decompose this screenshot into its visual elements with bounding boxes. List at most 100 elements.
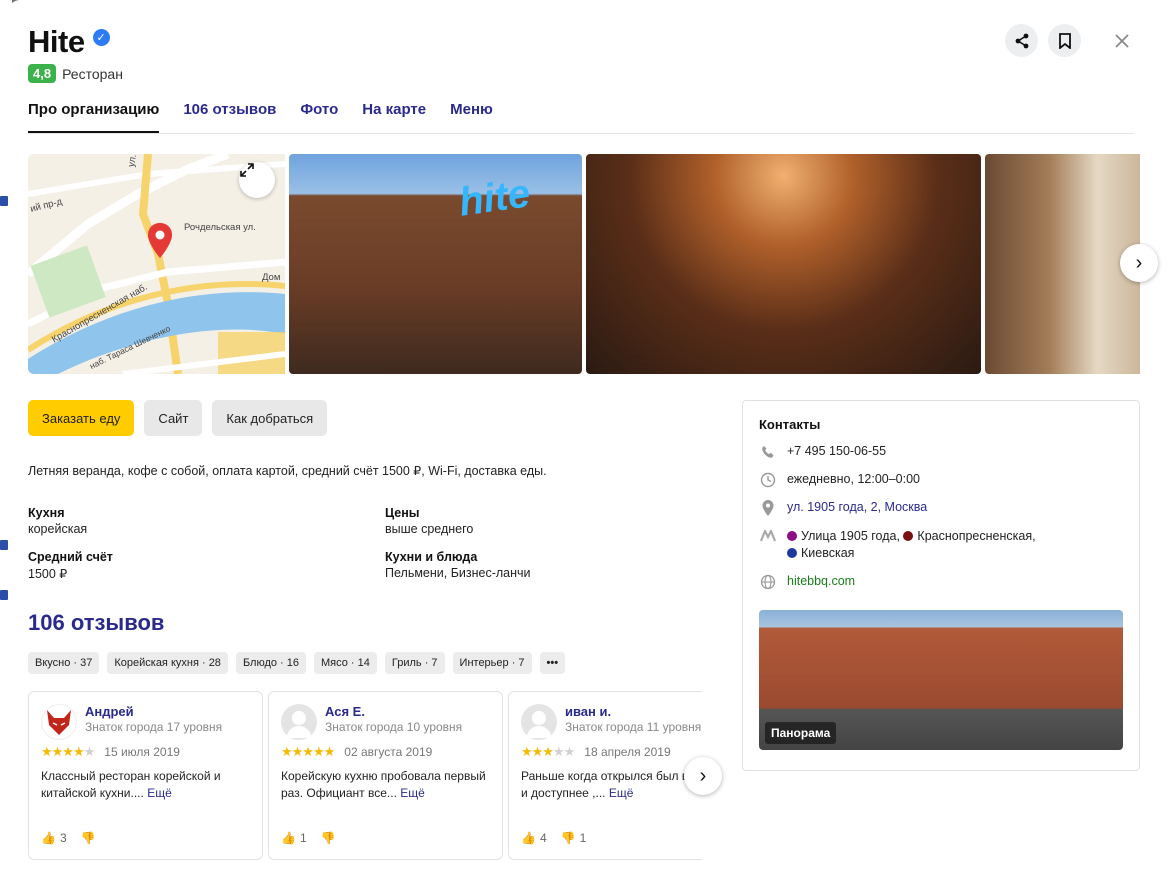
reviewer-name[interactable]: иван и. <box>565 704 701 719</box>
expand-map-button[interactable] <box>239 162 275 198</box>
route-button[interactable]: Как добраться <box>212 400 328 436</box>
thumbs-down-icon: 👎 <box>80 831 96 845</box>
reviewer-name[interactable]: Андрей <box>85 704 222 719</box>
more-link[interactable]: Ещё <box>147 786 172 800</box>
contacts-title: Контакты <box>759 417 821 432</box>
metro-station[interactable]: Киевская <box>787 546 854 560</box>
dislike-button[interactable]: 👎 <box>81 831 100 845</box>
contacts-panel: Контакты +7 495 150-06-55 ежедневно, 12:… <box>742 400 1140 771</box>
review-chip[interactable]: Вкусно · 37 <box>28 652 100 674</box>
user-placeholder-icon <box>526 711 552 738</box>
feature-value: выше среднего <box>385 522 474 536</box>
review-card: Андрей Знаток города 17 уровня ★★★★★ 15 … <box>28 691 263 860</box>
thumbs-up-icon: 👍 <box>281 831 296 845</box>
metro-station[interactable]: Краснопресненская, <box>903 529 1036 543</box>
gallery-photo-detail[interactable] <box>985 154 1140 374</box>
dislike-button[interactable]: 👎 <box>321 831 340 845</box>
working-hours[interactable]: ежедневно, 12:00–0:00 <box>787 472 920 486</box>
mini-map[interactable]: ул. 1905 ий пр-д Рочдельская ул. Дом Кра… <box>28 154 285 374</box>
order-food-button[interactable]: Заказать еду <box>28 400 135 436</box>
more-link[interactable]: Ещё <box>609 786 634 800</box>
feature-title: Средний счёт <box>28 550 113 564</box>
thumbs-down-icon: 👎 <box>320 831 336 845</box>
reviewer-level: Знаток города 11 уровня <box>565 720 702 734</box>
feature-prices: Цены выше среднего <box>385 506 685 536</box>
tab-photos[interactable]: Фото <box>300 101 338 133</box>
metro-row: Улица 1905 года, Краснопресненская, Киев… <box>759 528 1123 562</box>
address-link[interactable]: ул. 1905 года, 2, Москва <box>787 500 927 514</box>
feature-value: 1500 ₽ <box>28 567 68 581</box>
gallery-photo-facade[interactable]: hite <box>289 154 582 374</box>
address-row: ул. 1905 года, 2, Москва <box>759 500 1123 516</box>
clock-icon <box>759 472 777 488</box>
avatar[interactable] <box>521 704 557 740</box>
panorama-preview[interactable]: Панорама <box>759 610 1123 750</box>
phone-number[interactable]: +7 495 150-06-55 <box>787 444 886 458</box>
dislike-button[interactable]: 👎 1 <box>561 831 587 845</box>
rating-stars: ★★★★★ <box>521 744 575 759</box>
feature-title: Кухня <box>28 506 65 520</box>
metro-station[interactable]: Улица 1905 года, <box>787 529 903 543</box>
share-button[interactable] <box>1005 24 1038 57</box>
tab-reviews[interactable]: 106 отзывов <box>183 101 276 133</box>
feature-title: Кухни и блюда <box>385 550 478 564</box>
category-label: Ресторан <box>62 65 123 82</box>
review-date: 02 августа 2019 <box>344 745 433 759</box>
like-button[interactable]: 👍 4 <box>521 831 547 845</box>
feature-average-bill: Средний счёт 1500 ₽ <box>28 550 385 581</box>
gallery-photo-interior[interactable] <box>586 154 981 374</box>
top-actions <box>1005 24 1138 57</box>
reviews-carousel: Андрей Знаток города 17 уровня ★★★★★ 15 … <box>28 691 702 861</box>
review-chip[interactable]: Блюдо · 16 <box>235 652 307 674</box>
reviews-next-button[interactable]: › <box>684 757 722 795</box>
reviews-heading[interactable]: 106 отзывов <box>28 610 164 636</box>
review-text: Корейскую кухню пробовала первый раз. Оф… <box>281 769 486 800</box>
like-button[interactable]: 👍 1 <box>281 831 307 845</box>
website-row: hitebbq.com <box>759 574 1123 590</box>
feature-title: Цены <box>385 506 420 520</box>
header: Hite ✓ 4,8 Ресторан <box>28 24 123 83</box>
rating-stars: ★★★★★ <box>41 744 95 759</box>
globe-icon <box>759 574 777 590</box>
map-label: Рочдельская ул. <box>184 222 256 233</box>
review-chips: Вкусно · 37 Корейская кухня · 28 Блюдо ·… <box>28 652 566 674</box>
tab-about[interactable]: Про организацию <box>28 101 160 133</box>
review-date: 15 июля 2019 <box>104 745 180 759</box>
hite-sign-image: hite <box>456 171 533 225</box>
panorama-label: Панорама <box>765 722 837 744</box>
review-chip[interactable]: Мясо · 14 <box>314 652 377 674</box>
more-link[interactable]: Ещё <box>400 786 425 800</box>
fox-avatar-icon <box>47 710 71 735</box>
metro-icon <box>759 528 777 544</box>
chevron-right-icon: › <box>699 764 707 787</box>
gallery-next-button[interactable]: › <box>1120 244 1158 282</box>
review-chip[interactable]: Интерьер · 7 <box>452 652 532 674</box>
map-label: Дом <box>262 272 281 283</box>
tabs: Про организацию 106 отзывов Фото На карт… <box>28 101 1134 134</box>
review-chip[interactable]: Корейская кухня · 28 <box>107 652 228 674</box>
phone-row: +7 495 150-06-55 <box>759 444 1123 460</box>
site-button[interactable]: Сайт <box>144 400 203 436</box>
bookmark-button[interactable] <box>1048 24 1081 57</box>
verified-check-icon: ✓ <box>92 28 110 46</box>
gallery: ул. 1905 ий пр-д Рочдельская ул. Дом Кра… <box>28 154 1140 374</box>
review-card: иван и. Знаток города 11 уровня ★★★★★ 18… <box>508 691 702 860</box>
feature-cuisine: Кухня корейская <box>28 506 385 536</box>
avatar[interactable] <box>281 704 317 740</box>
review-chip[interactable]: Гриль · 7 <box>384 652 445 674</box>
page-title: Hite <box>28 24 85 59</box>
close-button[interactable] <box>1105 24 1138 57</box>
thumbs-down-icon: 👎 <box>560 831 576 845</box>
reviewer-level: Знаток города 10 уровня <box>325 720 463 734</box>
rating-badge[interactable]: 4,8 <box>28 64 57 83</box>
description: Летняя веранда, кофе с собой, оплата кар… <box>28 464 547 478</box>
expand-icon <box>240 163 254 177</box>
like-button[interactable]: 👍 3 <box>41 831 67 845</box>
website-link[interactable]: hitebbq.com <box>787 574 855 588</box>
avatar[interactable] <box>41 704 77 740</box>
reviewer-name[interactable]: Ася Е. <box>325 704 462 719</box>
tab-menu[interactable]: Меню <box>450 101 493 133</box>
tab-on-map[interactable]: На карте <box>362 101 426 133</box>
rating-stars: ★★★★★ <box>281 744 335 759</box>
more-chips-button[interactable]: ••• <box>539 652 566 674</box>
